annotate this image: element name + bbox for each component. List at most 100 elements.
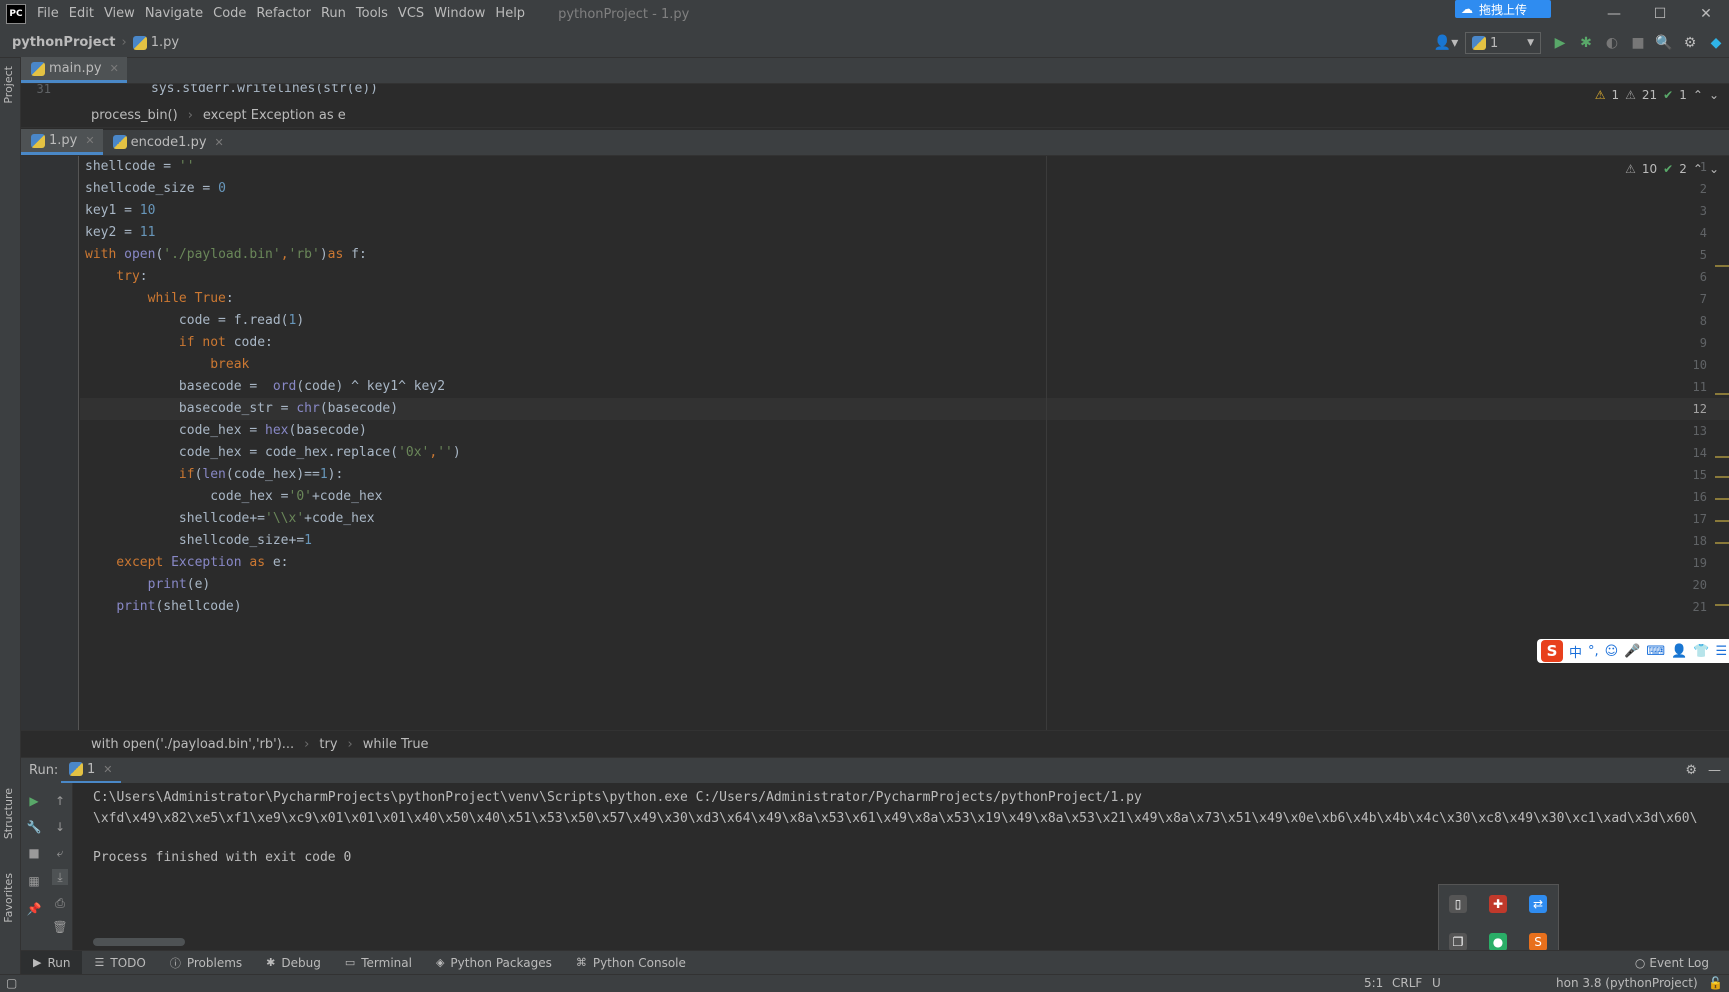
tab-1-py[interactable]: 1.py ✕ bbox=[21, 129, 103, 155]
gear-icon[interactable]: ⚙ bbox=[1677, 30, 1703, 56]
chevron-up-icon[interactable]: ⌃ bbox=[1693, 88, 1703, 102]
project-tool-tab[interactable]: Project bbox=[2, 66, 15, 104]
network-icon[interactable]: ⇄ bbox=[1529, 895, 1547, 913]
menu-help[interactable]: Help bbox=[490, 0, 530, 28]
print-icon[interactable]: ⎙ bbox=[52, 895, 68, 911]
line-separator[interactable]: CRLF bbox=[1392, 976, 1422, 990]
ime-toolbar[interactable]: S 中 °, ☺ 🎤 ⌨ 👤 👕 ☰ bbox=[1537, 639, 1729, 663]
stop-icon[interactable]: ■ bbox=[1625, 30, 1651, 56]
soft-wrap-icon[interactable]: ⤶ bbox=[52, 845, 68, 861]
panel-toggle-icon[interactable]: ▢ bbox=[6, 976, 17, 990]
breadcrumb-function[interactable]: process_bin() bbox=[91, 108, 178, 123]
error-stripe-mark[interactable] bbox=[1715, 456, 1729, 458]
rerun-icon[interactable]: ▶ bbox=[26, 793, 42, 809]
upload-badge[interactable]: ☁ 拖拽上传 bbox=[1455, 0, 1551, 18]
favorites-tool-tab[interactable]: Favorites bbox=[2, 873, 15, 923]
menu-file[interactable]: File bbox=[32, 0, 64, 28]
close-icon[interactable]: ✕ bbox=[85, 134, 94, 147]
security-shield-icon[interactable]: ✚ bbox=[1489, 895, 1507, 913]
wrench-icon[interactable]: 🔧 bbox=[26, 819, 42, 835]
error-stripe-mark[interactable] bbox=[1715, 498, 1729, 500]
breadcrumb-while[interactable]: while True bbox=[363, 737, 429, 752]
menu-window[interactable]: Window bbox=[429, 0, 490, 28]
caret-position[interactable]: 5:1 bbox=[1364, 976, 1383, 990]
tool-tab-run[interactable]: ▶ Run bbox=[21, 950, 83, 975]
wechat-icon[interactable]: ● bbox=[1489, 933, 1507, 951]
error-stripe-mark[interactable] bbox=[1715, 265, 1729, 267]
coverage-icon[interactable]: ◐ bbox=[1599, 30, 1625, 56]
event-log-button[interactable]: ○ Event Log bbox=[1635, 951, 1709, 975]
usb-drive-icon[interactable]: ▯ bbox=[1449, 895, 1467, 913]
minimize-button[interactable]: — bbox=[1591, 0, 1637, 28]
chevron-down-icon[interactable]: ⌄ bbox=[1709, 162, 1719, 176]
menu-tools[interactable]: Tools bbox=[351, 0, 393, 28]
menu-refactor[interactable]: Refactor bbox=[251, 0, 316, 28]
tab-encode1-py[interactable]: encode1.py ✕ bbox=[103, 129, 232, 155]
microphone-icon[interactable]: 🎤 bbox=[1624, 644, 1640, 659]
jetbrains-toolbox-icon[interactable]: ◆ bbox=[1703, 30, 1729, 56]
menu-code[interactable]: Code bbox=[208, 0, 251, 28]
tool-tab-python-console[interactable]: ⌘ Python Console bbox=[564, 951, 698, 975]
menu-edit[interactable]: Edit bbox=[64, 0, 99, 28]
pin-icon[interactable]: 📌 bbox=[26, 901, 42, 917]
breadcrumb-try[interactable]: try bbox=[319, 737, 337, 752]
run-tab[interactable]: 1 ✕ bbox=[61, 758, 121, 784]
error-stripe-mark[interactable] bbox=[1715, 393, 1729, 395]
copy-icon[interactable]: ❐ bbox=[1449, 933, 1467, 951]
menu-navigate[interactable]: Navigate bbox=[140, 0, 208, 28]
file-encoding[interactable]: U bbox=[1432, 976, 1441, 990]
sogou-icon[interactable]: S bbox=[1529, 933, 1547, 951]
user-icon[interactable]: 👤 bbox=[1671, 644, 1687, 659]
inspection-widget-top[interactable]: ⚠ 1 ⚠ 21 ✔ 1 ⌃ ⌄ bbox=[1595, 88, 1719, 102]
lock-icon[interactable]: 🔓 bbox=[1708, 976, 1723, 990]
editor-pane-main[interactable]: 31 sys.stderr.writelines(str(e)) ⚠ 1 ⚠ 21 … bbox=[21, 84, 1729, 104]
menu-view[interactable]: View bbox=[99, 0, 140, 28]
breadcrumb-except[interactable]: except Exception as e bbox=[203, 108, 346, 123]
keyboard-icon[interactable]: ⌨ bbox=[1646, 644, 1665, 659]
error-stripe-mark[interactable] bbox=[1715, 604, 1729, 606]
skin-icon[interactable]: 👕 bbox=[1693, 644, 1709, 659]
minimize-panel-icon[interactable]: — bbox=[1708, 763, 1721, 778]
arrow-up-icon[interactable]: ↑ bbox=[52, 793, 68, 809]
close-icon[interactable]: ✕ bbox=[215, 136, 224, 149]
close-icon[interactable]: ✕ bbox=[103, 763, 112, 776]
punctuation-icon[interactable]: °, bbox=[1588, 644, 1599, 659]
breadcrumb-with[interactable]: with open('./payload.bin','rb')... bbox=[91, 737, 294, 752]
chevron-down-icon[interactable]: ⌄ bbox=[1709, 88, 1719, 102]
console-horizontal-scrollbar[interactable] bbox=[93, 938, 185, 946]
emoji-icon[interactable]: ☺ bbox=[1605, 644, 1619, 659]
arrow-down-icon[interactable]: ↓ bbox=[52, 819, 68, 835]
menu-icon[interactable]: ☰ bbox=[1716, 644, 1728, 659]
menu-run[interactable]: Run bbox=[316, 0, 351, 28]
gear-icon[interactable]: ⚙ bbox=[1685, 763, 1697, 778]
tab-main-py[interactable]: main.py ✕ bbox=[21, 57, 127, 83]
menu-vcs[interactable]: VCS bbox=[393, 0, 429, 28]
python-interpreter[interactable]: hon 3.8 (pythonProject) bbox=[1556, 976, 1698, 990]
breadcrumb-project[interactable]: pythonProject bbox=[12, 35, 116, 50]
search-icon[interactable]: 🔍 bbox=[1651, 30, 1677, 56]
scroll-to-end-icon[interactable]: ⤓ bbox=[52, 869, 68, 885]
tool-tab-problems[interactable]: ⓘ Problems bbox=[158, 951, 254, 975]
error-stripe-mark[interactable] bbox=[1715, 476, 1729, 478]
close-icon[interactable]: ✕ bbox=[110, 62, 119, 75]
tool-tab-todo[interactable]: ☰ TODO bbox=[82, 951, 157, 975]
tool-tab-terminal[interactable]: ▭ Terminal bbox=[333, 951, 424, 975]
stop-icon[interactable]: ■ bbox=[26, 845, 42, 861]
structure-tool-tab[interactable]: Structure bbox=[2, 788, 15, 839]
code-editor[interactable]: ⚠ 10 ✔ 2 ⌃ ⌄ 1 2 3 4 5 6 7 8 9 10 11 12 13… bbox=[21, 156, 1729, 730]
user-icon[interactable]: 👤▾ bbox=[1433, 30, 1459, 56]
trash-icon[interactable]: 🗑 bbox=[52, 919, 68, 935]
code-line: except Exception as e: bbox=[85, 552, 288, 574]
breadcrumb-file[interactable]: 1.py bbox=[151, 35, 179, 50]
close-window-button[interactable]: ✕ bbox=[1683, 0, 1729, 28]
run-config-select[interactable]: 1 ▼ bbox=[1465, 32, 1541, 54]
error-stripe-mark[interactable] bbox=[1715, 542, 1729, 544]
run-icon[interactable]: ▶ bbox=[1547, 30, 1573, 56]
ime-language[interactable]: 中 bbox=[1569, 642, 1582, 661]
error-stripe-mark[interactable] bbox=[1715, 520, 1729, 522]
debug-icon[interactable]: ✱ bbox=[1573, 30, 1599, 56]
layout-icon[interactable]: ▦ bbox=[26, 873, 42, 889]
tool-tab-python-packages[interactable]: ◈ Python Packages bbox=[424, 951, 564, 975]
maximize-button[interactable]: ☐ bbox=[1637, 0, 1683, 28]
tool-tab-debug[interactable]: ✱ Debug bbox=[254, 951, 333, 975]
